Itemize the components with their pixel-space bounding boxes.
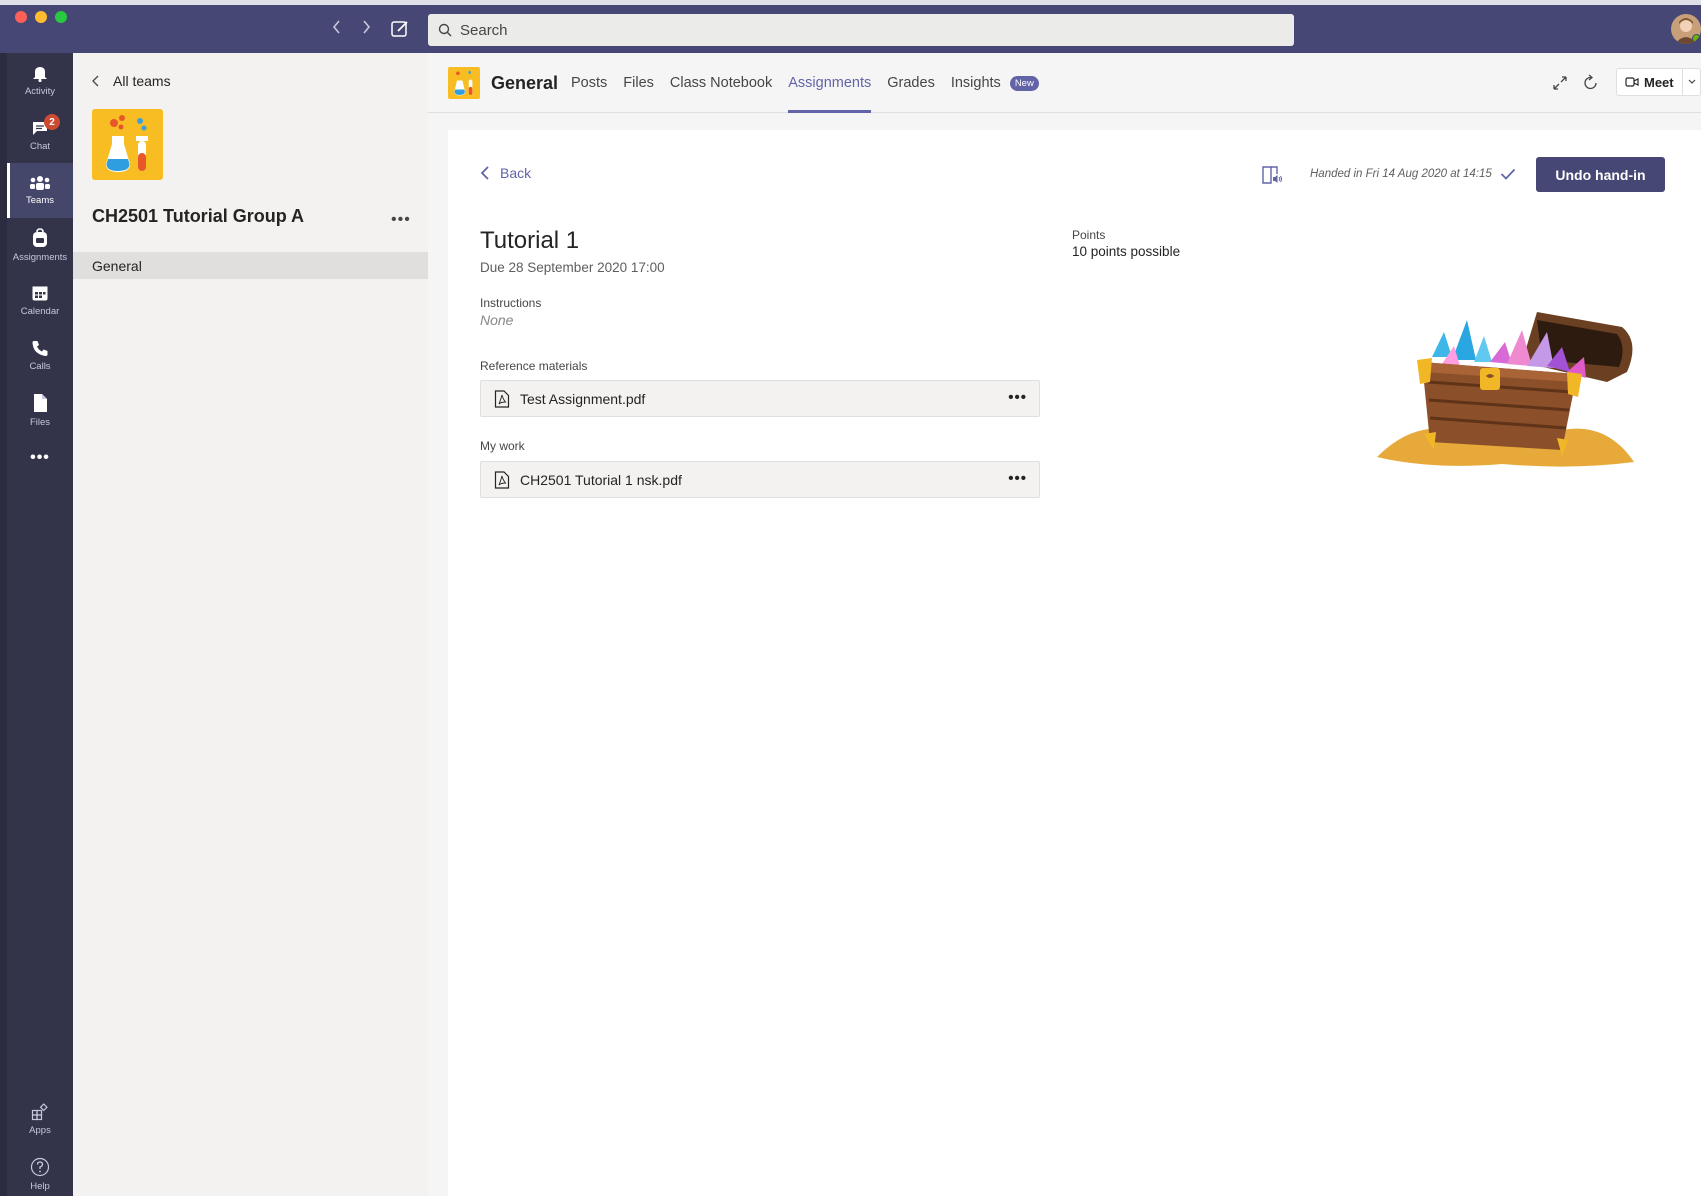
team-logo [92,109,163,180]
minimize-window-button[interactable] [35,11,47,23]
back-label: Back [500,165,532,181]
tab-grades[interactable]: Grades [887,53,935,113]
rail-label: Calls [29,361,51,372]
tab-posts[interactable]: Posts [571,53,607,113]
rail-label: Apps [29,1125,51,1136]
calendar-icon [32,286,48,301]
rail-item-assignments[interactable]: Assignments [7,218,73,273]
app-rail: Activity 2 Chat Teams Assignments Calend… [0,53,73,1196]
file-icon [34,394,47,412]
tab-insights[interactable]: Insights New [951,53,1039,113]
rail-item-help[interactable]: Help [7,1147,73,1196]
profile-avatar[interactable] [1671,14,1701,44]
tab-files[interactable]: Files [623,53,654,113]
team-name: CH2501 Tutorial Group A [92,206,305,226]
rail-item-chat[interactable]: 2 Chat [7,108,73,163]
back-arrow-icon[interactable] [328,18,346,36]
back-button[interactable]: Back [480,165,531,181]
channel-title: General [491,73,559,93]
rail-item-apps[interactable]: Apps [7,1092,73,1147]
immersive-reader-icon[interactable] [1261,164,1283,186]
points-label: Points [1072,228,1106,242]
new-badge: New [1009,75,1039,91]
search-icon [438,23,452,37]
tab-class-notebook[interactable]: Class Notebook [670,53,772,113]
rail-item-calls[interactable]: Calls [7,328,73,383]
rail-item-activity[interactable]: Activity [7,53,73,108]
rail-label: Calendar [20,306,60,317]
chevron-left-icon [92,75,99,87]
title-bar: Search [0,0,1701,53]
due-date: Due 28 September 2020 17:00 [480,260,665,275]
rail-label: Help [30,1181,50,1192]
handed-in-text: Handed in Fri 14 Aug 2020 at 14:15 [1310,168,1492,180]
maximize-window-button[interactable] [55,11,67,23]
channel-team-logo [448,67,480,99]
science-flask-icon [454,71,473,96]
search-placeholder: Search [460,21,508,39]
instructions-value: None [480,312,514,328]
title-bar-edge [0,0,1701,5]
chat-unread-badge: 2 [44,114,60,130]
checkmark-icon [1500,168,1515,180]
rail-item-files[interactable]: Files [7,383,73,438]
rail-label: Files [29,417,51,428]
my-work-file-name: CH2501 Tutorial 1 nsk.pdf [520,471,682,488]
all-teams-label: All teams [113,73,171,89]
rail-label: Activity [24,86,56,97]
channel-item-general[interactable]: General [73,252,428,279]
phone-icon [32,341,48,356]
rail-edge [0,53,7,1196]
presence-status [1692,34,1701,43]
apps-icon [31,1103,48,1121]
undo-hand-in-button[interactable]: Undo hand-in [1536,157,1665,192]
tab-assignments[interactable]: Assignments [788,53,872,113]
rail-label: Chat [29,141,51,152]
team-more-options-button[interactable]: ••• [391,211,411,229]
channel-tabs: Posts Files Class Notebook Assignments G… [571,53,1055,113]
rail-label: Assignments [12,252,68,263]
file-more-options-button[interactable]: ••• [1008,470,1027,487]
rail-item-calendar[interactable]: Calendar [7,273,73,328]
backpack-icon [33,228,47,247]
points-value: 10 points possible [1072,244,1181,259]
forward-arrow-icon[interactable] [357,18,375,36]
expand-icon[interactable] [1550,73,1570,93]
meet-separator [1681,68,1683,96]
search-input[interactable]: Search [428,14,1294,46]
instructions-label: Instructions [480,296,542,310]
handed-in-status: Handed in Fri 14 Aug 2020 at 14:15 [1310,168,1516,180]
science-flask-icon [106,115,148,172]
my-work-label: My work [480,439,525,453]
file-more-options-button[interactable]: ••• [1008,389,1027,406]
rail-more-button[interactable]: ••• [7,438,73,478]
chevron-down-icon[interactable] [1687,78,1697,86]
rail-item-teams[interactable]: Teams [7,163,73,218]
close-window-button[interactable] [15,11,27,23]
pdf-file-icon [494,389,510,408]
channel-header: General Posts Files Class Notebook Assig… [428,53,1701,113]
team-panel: All teams CH2501 Tutorial Group A ••• Ge… [73,53,428,1196]
video-camera-icon [1625,77,1639,87]
meet-button[interactable]: Meet [1616,68,1701,96]
treasure-chest-illustration [1377,312,1634,467]
refresh-icon[interactable] [1581,73,1601,93]
rail-label: Teams [26,195,54,206]
teams-icon [30,176,50,190]
all-teams-link[interactable]: All teams [91,73,171,89]
tab-insights-label: Insights [950,75,1001,91]
my-work-file-item[interactable]: CH2501 Tutorial 1 nsk.pdf ••• [480,461,1040,498]
assignment-title: Tutorial 1 [480,227,580,254]
help-icon [30,1157,50,1177]
new-chat-icon[interactable] [390,19,410,39]
reference-file-name: Test Assignment.pdf [520,390,646,407]
chevron-left-icon [480,166,489,180]
bell-icon [33,67,47,82]
reference-materials-label: Reference materials [480,359,588,373]
reference-file-item[interactable]: Test Assignment.pdf ••• [480,380,1040,417]
assignment-card [448,130,1701,1196]
pdf-file-icon [494,470,510,489]
meet-label: Meet [1644,74,1674,90]
